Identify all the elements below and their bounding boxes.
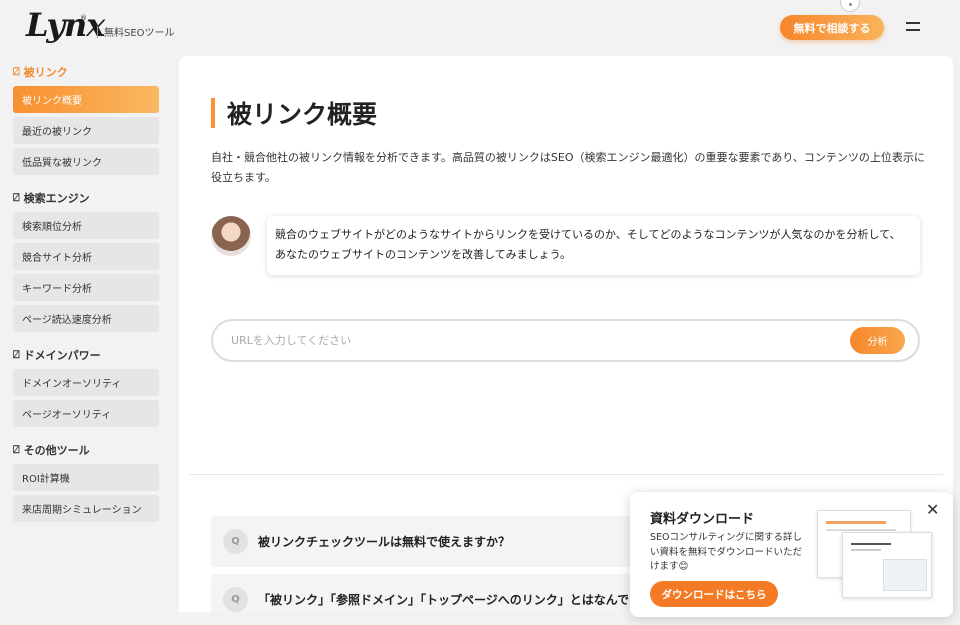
section-icon: ⍁ <box>13 348 20 361</box>
sidebar-item-rank-analysis[interactable]: 検索順位分析 <box>13 212 159 239</box>
page-description: 自社・競合他社の被リンク情報を分析できます。高品質の被リンクはSEO（検索エンジ… <box>211 151 925 184</box>
sidebar: ⍁ 被リンク 被リンク概要 最近の被リンク 低品質な被リンク ⍁ 検索エンジン … <box>13 62 159 522</box>
analyze-button[interactable]: 分析 <box>850 327 905 354</box>
sidebar-section-other-tools: ⍁ その他ツール <box>13 440 159 460</box>
download-popup: 資料ダウンロード SEOコンサルティングに関する詳しい資料を無料でダウンロードい… <box>630 492 953 617</box>
sidebar-section-title: 被リンク <box>23 66 68 79</box>
header: Lynx ® 無料SEOツール 無料で相談する <box>0 0 960 56</box>
sidebar-item-roi-calculator[interactable]: ROI計算機 <box>13 464 159 491</box>
section-icon: ⍁ <box>13 65 20 78</box>
page-title: 被リンク概要 <box>227 100 378 129</box>
divider <box>189 474 943 475</box>
sidebar-item-page-authority[interactable]: ページオーソリティ <box>13 400 159 427</box>
sidebar-item-visit-cycle-sim[interactable]: 来店周期シミュレーション <box>13 495 159 522</box>
free-consult-button[interactable]: 無料で相談する <box>780 15 884 40</box>
sidebar-item-recent-backlinks[interactable]: 最近の被リンク <box>13 117 159 144</box>
sidebar-section-search-engine: ⍁ 検索エンジン <box>13 188 159 208</box>
faq-question: 「被リンク」「参照ドメイン」「トップページへのリンク」とはなんですか？ <box>258 593 666 607</box>
popup-description: SEOコンサルティングに関する詳しい資料を無料でダウンロードいただけます😊 <box>650 532 803 572</box>
scroll-handle-icon[interactable] <box>840 0 860 12</box>
faq-question: 被リンクチェックツールは無料で使えますか？ <box>258 535 511 549</box>
sidebar-section-domain-power: ⍁ ドメインパワー <box>13 345 159 365</box>
url-search-bar: 分析 <box>211 319 920 362</box>
document-preview-image <box>842 532 932 598</box>
sidebar-section-title: ドメインパワー <box>23 349 101 362</box>
sidebar-section-title: 検索エンジン <box>23 192 90 205</box>
sidebar-item-backlink-overview[interactable]: 被リンク概要 <box>13 86 159 113</box>
sidebar-item-domain-authority[interactable]: ドメインオーソリティ <box>13 369 159 396</box>
url-input[interactable] <box>231 331 831 350</box>
sidebar-item-page-speed[interactable]: ページ読込速度分析 <box>13 305 159 332</box>
sidebar-section-backlinks: ⍁ 被リンク <box>13 62 159 82</box>
sidebar-item-competitor-analysis[interactable]: 競合サイト分析 <box>13 243 159 270</box>
popup-title: 資料ダウンロード <box>650 512 755 527</box>
speech-bubble: 競合のウェブサイトがどのようなサイトからリンクを受けているのか、そしてどのような… <box>267 216 920 275</box>
logo[interactable]: Lynx <box>26 6 105 44</box>
close-icon[interactable]: ✕ <box>926 502 939 518</box>
section-icon: ⍁ <box>13 443 20 456</box>
question-icon: Q <box>223 587 248 612</box>
logo-divider <box>97 26 98 38</box>
sidebar-item-low-quality-backlinks[interactable]: 低品質な被リンク <box>13 148 159 175</box>
download-button[interactable]: ダウンロードはこちら <box>650 581 778 607</box>
title-accent-bar <box>211 98 215 128</box>
sidebar-section-title: その他ツール <box>23 444 90 457</box>
section-icon: ⍁ <box>13 191 20 204</box>
question-icon: Q <box>223 529 248 554</box>
hamburger-menu-icon[interactable] <box>906 22 920 31</box>
header-tagline: 無料SEOツール <box>104 28 175 39</box>
logo-mark: ® <box>80 14 87 22</box>
sidebar-item-keyword-analysis[interactable]: キーワード分析 <box>13 274 159 301</box>
assistant-avatar <box>211 216 251 256</box>
